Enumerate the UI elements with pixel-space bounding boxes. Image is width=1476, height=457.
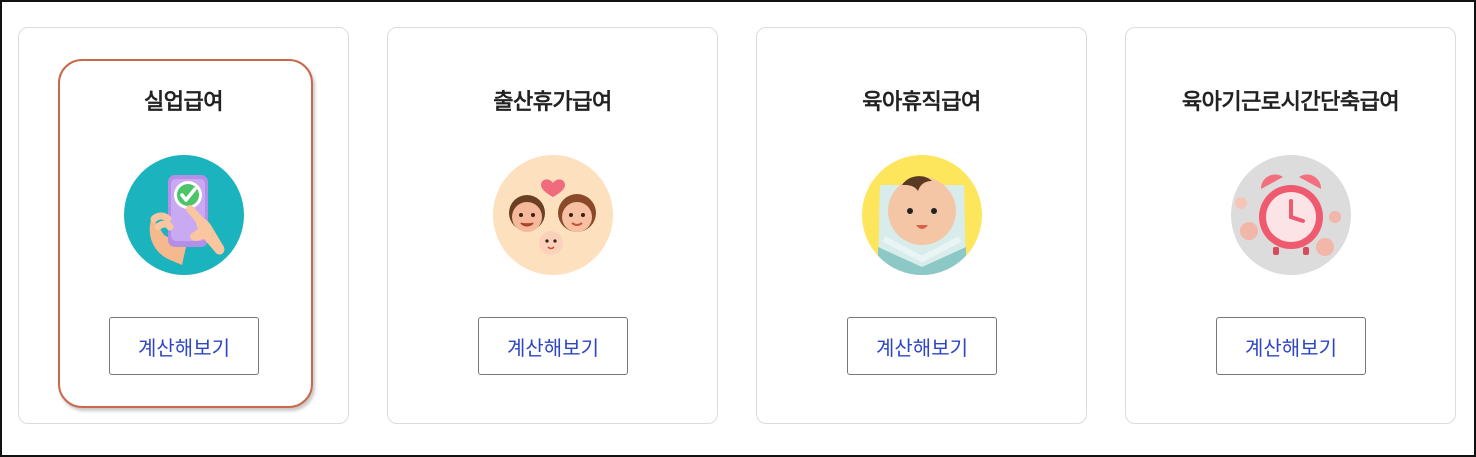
family-faces-heart-icon	[493, 155, 613, 275]
phone-check-hands-icon	[124, 155, 244, 275]
alarm-clock-coins-icon	[1231, 155, 1351, 275]
calculate-button[interactable]: 계산해보기	[478, 317, 628, 375]
card-title: 실업급여	[144, 90, 223, 115]
baby-face-icon	[862, 155, 982, 275]
card-reduced-working-hours-benefit[interactable]: 육아기근로시간단축급여 계산해보기	[1125, 27, 1456, 424]
calculate-button[interactable]: 계산해보기	[1216, 317, 1366, 375]
calculate-button[interactable]: 계산해보기	[109, 317, 259, 375]
card-parental-leave-benefit[interactable]: 육아휴직급여 계산해보기	[756, 27, 1087, 424]
card-unemployment-benefit[interactable]: 실업급여 계산해보기	[18, 27, 349, 424]
card-title: 출산휴가급여	[493, 90, 612, 115]
calculate-button[interactable]: 계산해보기	[847, 317, 997, 375]
benefit-calculator-panel: 실업급여 계산해보기 출산휴가급여 계산해보기 육아휴직급여 계산해보기 육아기…	[0, 0, 1476, 457]
card-maternity-leave-benefit[interactable]: 출산휴가급여 계산해보기	[387, 27, 718, 424]
card-title: 육아기근로시간단축급여	[1181, 90, 1400, 115]
card-title: 육아휴직급여	[862, 90, 981, 115]
